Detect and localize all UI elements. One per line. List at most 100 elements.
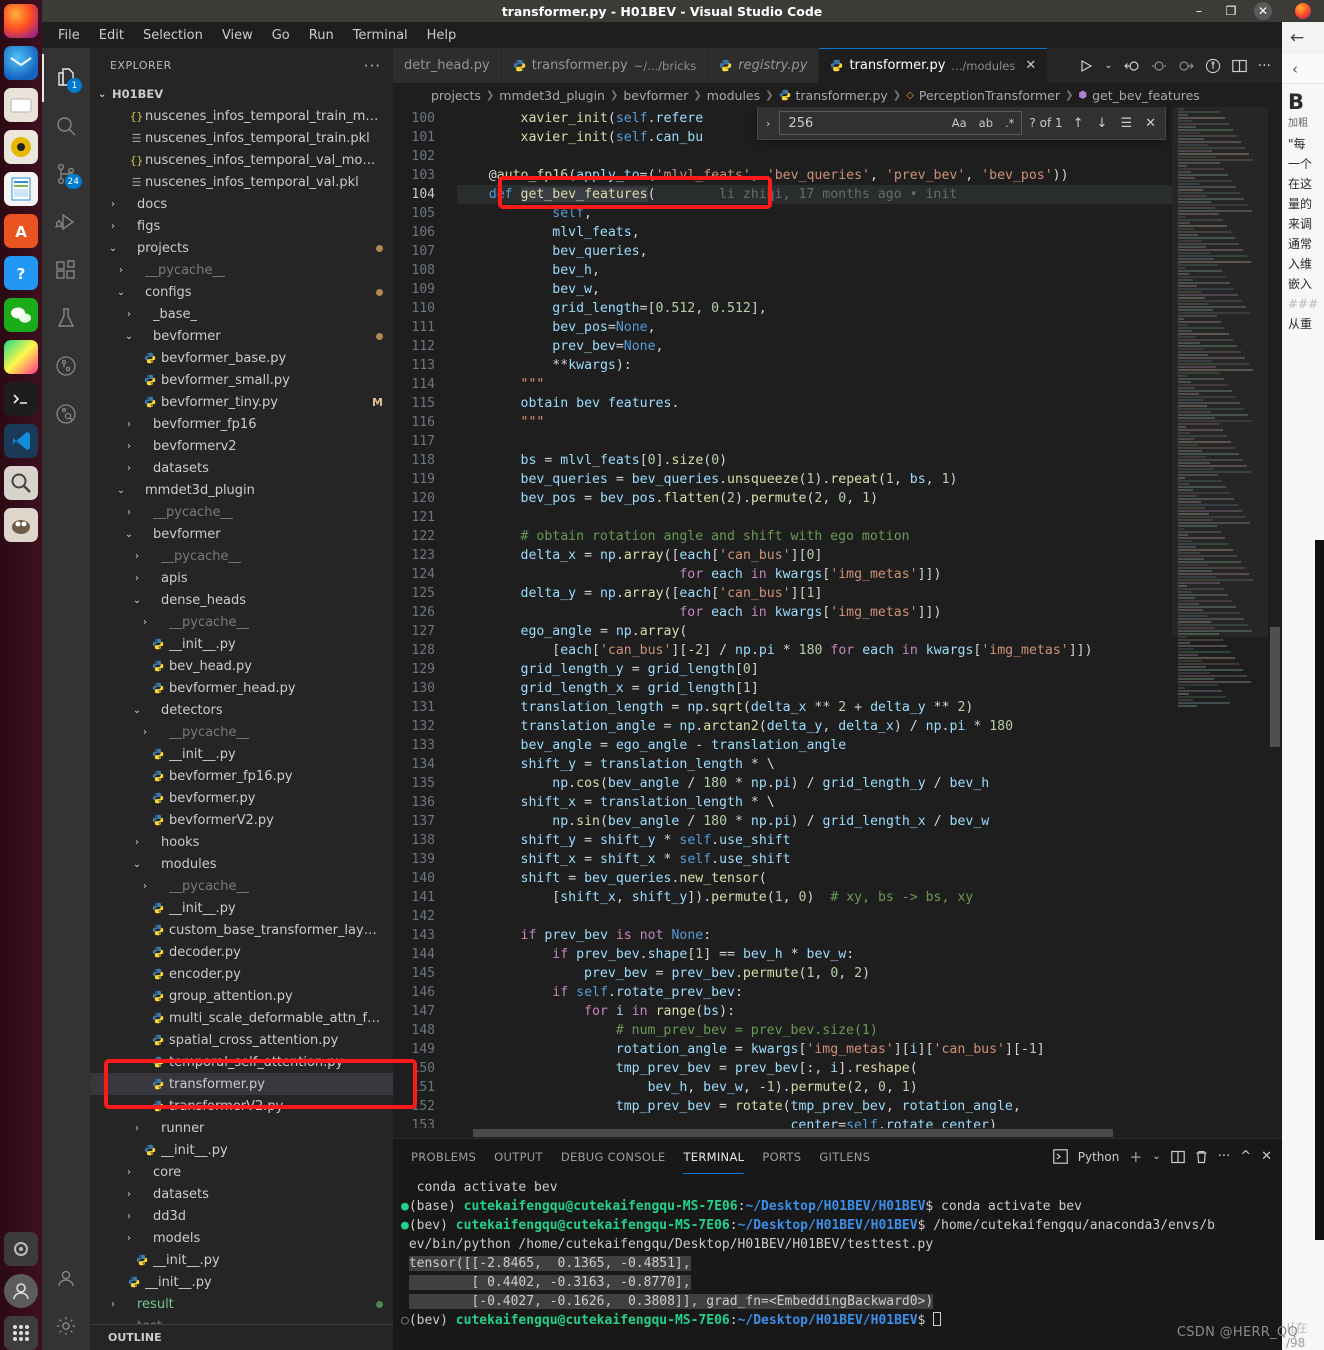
breadcrumb-item[interactable]: transformer.py <box>796 88 888 103</box>
find-close-icon[interactable]: ✕ <box>1142 116 1159 131</box>
dock-icon-gimp[interactable] <box>4 508 38 542</box>
code-line[interactable]: def get_bev_features( li zhiqi, 17 month… <box>457 185 1172 204</box>
editor-tab[interactable]: detr_head.py <box>393 48 502 83</box>
twisty-icon[interactable]: ⌄ <box>114 287 128 298</box>
tree-item[interactable]: ⌄ bevformer <box>90 325 393 347</box>
find-widget[interactable]: › 256 Aa ab .* ? of 1 ↑ ↓ ☰ ✕ <box>757 107 1166 140</box>
file-tree[interactable]: {}nuscenes_infos_temporal_train_mono3d.c… <box>90 105 393 1324</box>
dock-icon-libreoffice-writer[interactable] <box>4 172 38 206</box>
code-line[interactable]: bev_queries = bev_queries.unsqueeze(1).r… <box>457 470 1172 489</box>
tree-item[interactable]: bevformer_fp16.py <box>90 765 393 787</box>
minimap-slider[interactable] <box>1172 107 1268 637</box>
tree-item[interactable]: › __pycache__ <box>90 501 393 523</box>
code-line[interactable] <box>457 508 1172 527</box>
dock-icon-terminal[interactable] <box>4 382 38 416</box>
tree-item[interactable]: __init__.py <box>90 743 393 765</box>
tree-item[interactable]: {}nuscenes_infos_temporal_val_mono3d.coc… <box>90 149 393 171</box>
tree-item[interactable]: __init__.py <box>90 633 393 655</box>
code-editor[interactable]: 100 101 102 103 104 105 106 107 108 109 110 111 112 1… <box>393 107 1282 1128</box>
twisty-icon[interactable]: › <box>106 1299 120 1310</box>
tree-item[interactable]: › __pycache__ <box>90 875 393 897</box>
tab-problems[interactable]: PROBLEMS <box>411 1139 476 1174</box>
dock-icon-files[interactable] <box>4 88 38 122</box>
code-line[interactable]: ego_angle = np.array( <box>457 622 1172 641</box>
dock-icon-ubuntu-software[interactable]: A <box>4 214 38 248</box>
tree-item[interactable]: __init__.py <box>90 1139 393 1161</box>
breadcrumb-item[interactable]: bevformer <box>623 88 688 103</box>
background-window-scrollbar[interactable] <box>1315 540 1324 1240</box>
chevron-down-icon[interactable]: ⌄ <box>1104 60 1112 71</box>
collapse-button[interactable]: ‹ <box>1282 54 1324 84</box>
dock-icon-vscode[interactable] <box>4 424 38 458</box>
chevron-down-icon[interactable]: ⌄ <box>1152 1151 1160 1162</box>
more-actions-icon[interactable]: ··· <box>1258 58 1271 74</box>
tree-item[interactable]: group_attention.py <box>90 985 393 1007</box>
dock-icon-thunderbird[interactable] <box>4 46 38 80</box>
tree-item[interactable]: encoder.py <box>90 963 393 985</box>
find-previous-icon[interactable]: ↑ <box>1070 116 1087 131</box>
code-line[interactable]: tmp_prev_bev = prev_bev[:, i].reshape( <box>457 1059 1172 1078</box>
twisty-icon[interactable]: › <box>130 551 144 562</box>
code-line[interactable]: **kwargs): <box>457 356 1172 375</box>
tree-item[interactable]: › figs <box>90 215 393 237</box>
breadcrumb[interactable]: projects ❯ mmdet3d_plugin ❯ bevformer ❯ module… <box>393 83 1282 107</box>
breadcrumb-item[interactable]: PerceptionTransformer <box>919 88 1060 103</box>
menu-go[interactable]: Go <box>264 25 298 46</box>
code-line[interactable]: bev_h, bev_w, -1).permute(2, 0, 1) <box>457 1078 1172 1097</box>
tree-item[interactable]: › dd3d <box>90 1205 393 1227</box>
twisty-icon[interactable]: ⌄ <box>114 485 128 496</box>
code-line[interactable]: grid_length_x = grid_length[1] <box>457 679 1172 698</box>
code-line[interactable]: np.cos(bev_angle / 180 * np.pi) / grid_l… <box>457 774 1172 793</box>
maximize-panel-icon[interactable]: ^ <box>1240 1149 1251 1164</box>
menu-terminal[interactable]: Terminal <box>345 25 416 46</box>
tree-item[interactable]: ⌄ dense_heads <box>90 589 393 611</box>
code-line[interactable] <box>457 147 1172 166</box>
tree-item[interactable]: transformerV2.py <box>90 1095 393 1117</box>
coverage-icon[interactable] <box>1205 58 1221 74</box>
dock-icon-firefox[interactable] <box>4 4 38 38</box>
tree-item[interactable]: ⌄ detectors <box>90 699 393 721</box>
code-line[interactable]: shift_x = translation_length * \ <box>457 793 1172 812</box>
activity-extensions-icon[interactable] <box>42 246 90 294</box>
tree-item[interactable]: › bevformerv2 <box>90 435 393 457</box>
code-line[interactable]: if self.rotate_prev_bev: <box>457 983 1172 1002</box>
twisty-icon[interactable]: › <box>106 221 120 232</box>
tab-output[interactable]: OUTPUT <box>494 1139 543 1174</box>
menu-view[interactable]: View <box>214 25 261 46</box>
tree-item[interactable]: bevformer.py <box>90 787 393 809</box>
tab-debug-console[interactable]: DEBUG CONSOLE <box>561 1139 666 1174</box>
code-line[interactable]: """ <box>457 413 1172 432</box>
tree-item[interactable]: temporal_self_attention.py <box>90 1051 393 1073</box>
h-scrollbar-thumb[interactable] <box>473 1129 1113 1137</box>
twisty-icon[interactable]: › <box>130 1123 144 1134</box>
twisty-icon[interactable]: › <box>138 881 152 892</box>
code-line[interactable]: # obtain rotation angle and shift with e… <box>457 527 1172 546</box>
activity-accounts-icon[interactable] <box>42 1254 90 1302</box>
dock-icon-help[interactable]: ? <box>4 256 38 290</box>
tree-item[interactable]: › __pycache__ <box>90 611 393 633</box>
tree-item[interactable]: › apis <box>90 567 393 589</box>
code-line[interactable]: mlvl_feats, <box>457 223 1172 242</box>
twisty-icon[interactable]: › <box>130 837 144 848</box>
step-into-icon[interactable] <box>1178 59 1194 73</box>
tree-item[interactable]: › __pycache__ <box>90 721 393 743</box>
code-line[interactable]: self, <box>457 204 1172 223</box>
dock-icon-user[interactable] <box>4 1274 38 1308</box>
code-line[interactable]: translation_angle = np.arctan2(delta_y, … <box>457 717 1172 736</box>
twisty-icon[interactable]: ⌄ <box>122 331 136 342</box>
maximize-button[interactable]: ❐ <box>1222 4 1240 18</box>
code-line[interactable]: bev_pos=None, <box>457 318 1172 337</box>
twisty-icon[interactable]: › <box>130 573 144 584</box>
tree-item[interactable]: ⌄ mmdet3d_plugin <box>90 479 393 501</box>
dock-icon-wechat[interactable] <box>4 298 38 332</box>
twisty-icon[interactable]: › <box>122 1167 136 1178</box>
tree-item[interactable]: › datasets <box>90 1183 393 1205</box>
tree-item[interactable]: custom_base_transformer_layer.py <box>90 919 393 941</box>
scrollbar-thumb[interactable] <box>1270 627 1280 747</box>
tree-item[interactable]: › bevformer_fp16 <box>90 413 393 435</box>
code-line[interactable]: shift_x = shift_x * self.use_shift <box>457 850 1172 869</box>
tree-item[interactable]: › result <box>90 1293 393 1315</box>
tree-item[interactable]: ☰ nuscenes_infos_temporal_val.pkl <box>90 171 393 193</box>
code-scroll-area[interactable]: 100 101 102 103 104 105 106 107 108 109 110 111 112 1… <box>393 107 1172 1128</box>
twisty-icon[interactable]: › <box>122 1233 136 1244</box>
